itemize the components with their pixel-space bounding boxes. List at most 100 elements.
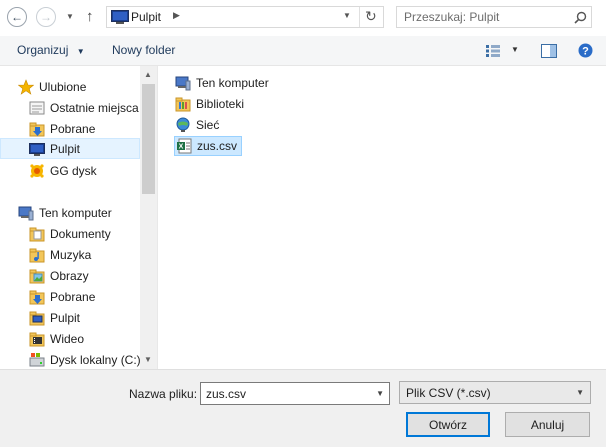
file-item-label: zus.csv [197,139,238,153]
videos-icon [29,332,45,346]
file-item-computer[interactable]: Ten komputer [175,73,269,93]
computer-icon [175,76,191,91]
address-history-chevron-icon[interactable]: ▼ [343,11,351,20]
scrollbar-thumb[interactable] [142,84,155,194]
view-options-chevron-icon[interactable]: ▼ [511,45,519,54]
nav-item-label: Wideo [50,331,85,346]
svg-text:?: ? [582,46,589,58]
libraries-icon [175,97,191,112]
desktop-icon [29,311,45,325]
filename-combobox[interactable]: zus.csv ▼ [200,382,390,405]
view-options-icon[interactable] [486,45,500,57]
csv-file-icon: X [177,138,192,154]
nav-item-label: Obrazy [50,268,89,283]
nav-item-label: Pulpit [50,310,81,325]
chevron-down-icon: ▼ [76,47,85,56]
chevron-down-icon[interactable]: ▼ [376,389,389,398]
file-item-label: Ten komputer [196,76,269,90]
nav-item-label: GG dysk [50,163,97,178]
music-icon [29,248,45,262]
search-box[interactable]: Przeszukaj: Pulpit [396,6,592,28]
desktop-icon [29,142,45,156]
nav-item-desktop[interactable]: Pulpit [0,138,140,159]
nav-item-downloads[interactable]: Pobrane [0,118,140,139]
address-bar[interactable]: Pulpit ▶ ▼ ↻ [106,6,384,28]
star-icon [18,78,34,95]
breadcrumb-chevron-icon[interactable]: ▶ [173,10,180,21]
help-icon[interactable]: ? [578,43,593,58]
nav-item-downloads-2[interactable]: Pobrane [0,286,140,307]
up-button[interactable]: ↑ [86,8,94,25]
search-input[interactable]: Przeszukaj: Pulpit [404,10,499,24]
network-icon [176,117,190,132]
chevron-down-icon: ▼ [576,388,584,397]
nav-favorites-label: Ulubione [39,79,87,94]
computer-icon [18,206,34,220]
nav-item-label: Ostatnie miejsca [50,100,139,115]
arrow-up-icon: ↑ [86,8,94,25]
filetype-value: Plik CSV (*.csv) [406,385,491,400]
address-divider [359,7,360,27]
nav-item-desktop-2[interactable]: Pulpit [0,307,140,328]
file-item-label: Sieć [196,118,220,132]
organize-button[interactable]: Organizuj ▼ [17,43,85,57]
nav-computer-header[interactable]: Ten komputer [0,202,140,223]
search-icon[interactable] [574,11,587,24]
dialog-footer: Nazwa pliku: zus.csv ▼ Plik CSV (*.csv) … [0,369,606,447]
pictures-icon [29,269,45,283]
nav-item-label: Muzyka [50,247,92,262]
filetype-select[interactable]: Plik CSV (*.csv) ▼ [399,381,591,404]
back-button[interactable]: ← [7,7,27,27]
local-disk-icon [29,352,45,366]
cancel-button[interactable]: Anuluj [505,412,590,437]
desktop-icon [111,10,129,24]
svg-text:X: X [179,144,184,151]
nav-favorites-header[interactable]: Ulubione [0,76,140,97]
arrow-left-icon: ← [11,10,23,24]
filename-label: Nazwa pliku: [129,387,198,401]
command-bar: Organizuj ▼ Nowy folder ▼ ? [0,36,606,66]
arrow-right-icon: → [40,10,52,24]
refresh-icon[interactable]: ↻ [365,8,377,25]
nav-item-label: Dysk lokalny (C:) [50,352,140,367]
nav-item-pictures[interactable]: Obrazy [0,265,140,286]
file-item-zus-csv[interactable]: X zus.csv [174,136,243,156]
scroll-down-icon[interactable]: ▼ [144,355,152,364]
file-item-libraries[interactable]: Biblioteki [175,94,244,114]
forward-button[interactable]: → [36,7,56,27]
navigation-scrollbar[interactable]: ▲ ▼ [140,66,157,369]
nav-item-recent-places[interactable]: Ostatnie miejsca [0,97,140,118]
file-item-network[interactable]: Sieć [175,115,219,135]
downloads-icon [29,290,45,304]
nav-item-label: Pulpit [50,141,81,156]
recent-places-icon [29,101,45,114]
nav-item-label: Pobrane [50,289,96,304]
nav-item-label: Pobrane [50,121,96,136]
cancel-button-label: Anuluj [530,417,565,432]
chevron-down-icon: ▼ [66,12,74,21]
gg-disk-icon [30,163,44,178]
documents-icon [29,227,45,241]
organize-label: Organizuj [17,43,69,57]
new-folder-button[interactable]: Nowy folder [112,43,175,57]
nav-item-videos[interactable]: Wideo [0,328,140,349]
nav-item-gg-disk[interactable]: GG dysk [0,160,140,181]
scroll-up-icon[interactable]: ▲ [144,70,152,79]
nav-item-local-disk[interactable]: Dysk lokalny (C:) [0,349,140,369]
preview-pane-icon[interactable] [541,44,557,58]
recent-locations-button[interactable]: ▼ [66,12,74,21]
nav-item-music[interactable]: Muzyka [0,244,140,265]
navigation-pane: Ulubione Ostatnie miejsca Pobrane Pulpit… [0,66,140,369]
nav-item-label: Dokumenty [50,226,111,241]
downloads-icon [29,122,45,136]
new-folder-label: Nowy folder [112,43,176,57]
filename-input[interactable]: zus.csv [201,387,376,401]
file-list: Ten komputer Biblioteki Sieć X zus.csv [157,66,606,369]
open-button[interactable]: Otwórz [406,412,490,437]
open-button-label: Otwórz [428,417,467,432]
nav-item-documents[interactable]: Dokumenty [0,223,140,244]
file-item-label: Biblioteki [196,97,245,111]
address-location[interactable]: Pulpit [131,10,161,24]
address-row: ← → ▼ ↑ Pulpit ▶ ▼ ↻ Przeszukaj: Pulpit [0,0,606,36]
nav-computer-label: Ten komputer [39,205,112,220]
